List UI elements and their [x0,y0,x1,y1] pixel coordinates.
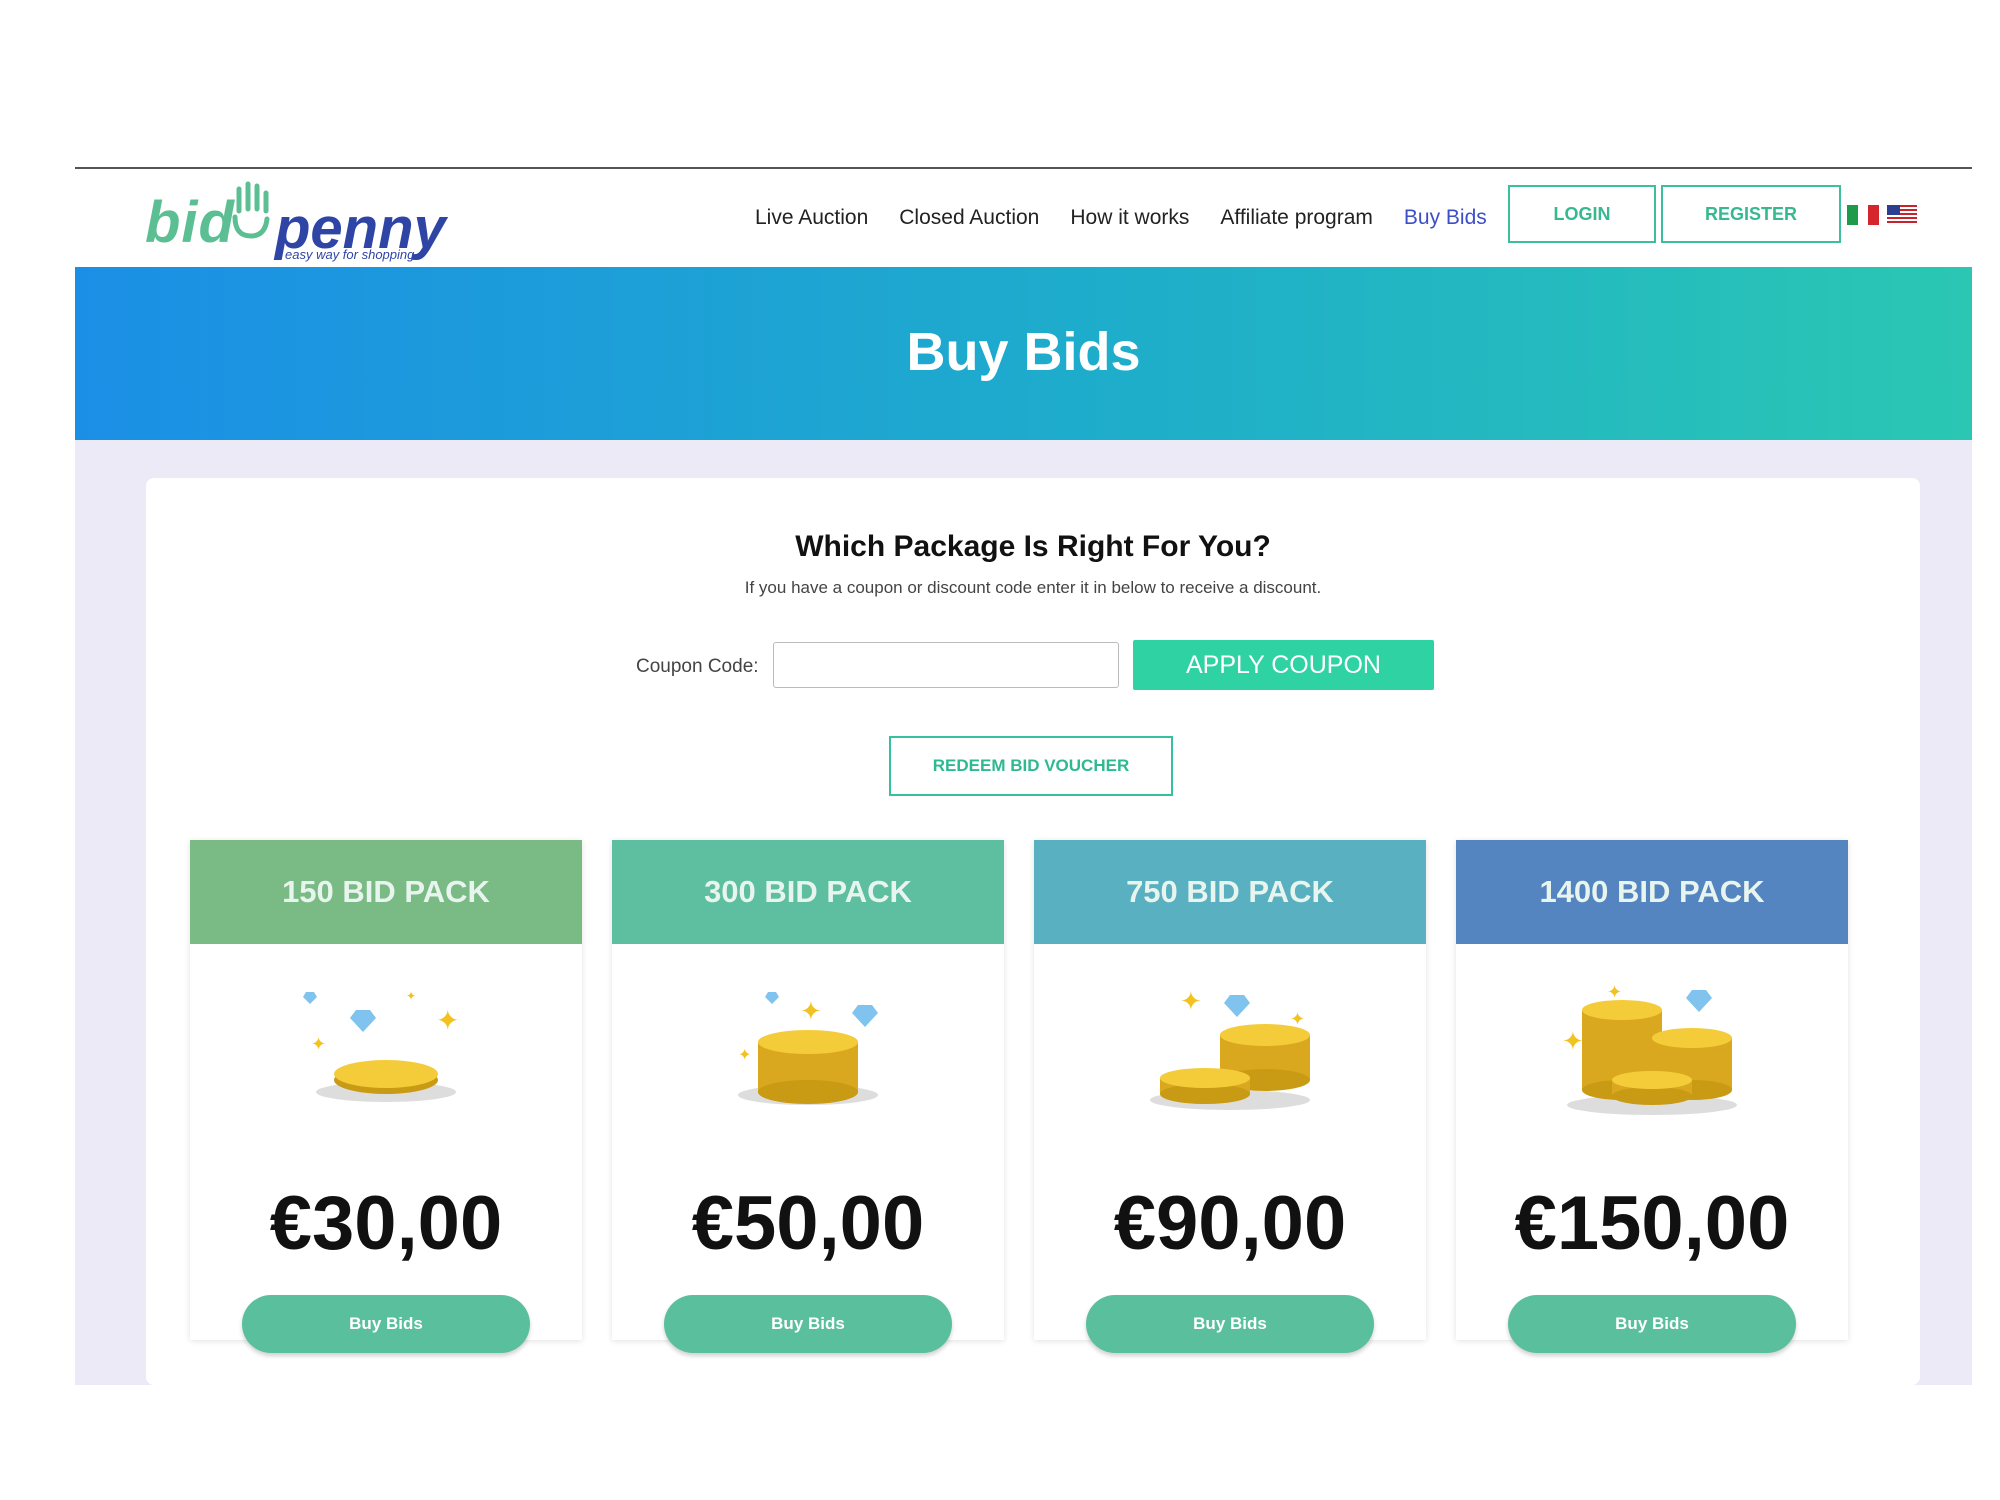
coin-stack-icon: ✦ ✦ [738,992,878,1105]
svg-text:✦: ✦ [406,989,416,1003]
bidpenny-logo[interactable]: bid penny easy way for shopping [145,181,465,262]
register-button[interactable]: REGISTER [1661,185,1841,243]
nav-how-it-works[interactable]: How it works [1070,206,1189,230]
coupon-label: Coupon Code: [636,656,759,677]
pack-price: €30,00 [269,1181,503,1266]
buy-bids-button[interactable]: Buy Bids [664,1295,952,1353]
svg-text:✦: ✦ [1562,1026,1584,1056]
italy-flag-icon[interactable] [1847,205,1880,225]
coupon-instructions: If you have a coupon or discount code en… [744,578,1322,597]
pack-title: 300 BID PACK [612,840,1004,944]
buy-bids-button[interactable]: Buy Bids [1508,1295,1796,1353]
svg-text:✦: ✦ [436,1005,459,1036]
pack-title: 750 BID PACK [1034,840,1426,944]
svg-text:✦: ✦ [311,1034,326,1054]
svg-text:✦: ✦ [738,1047,751,1064]
buy-bids-button[interactable]: Buy Bids [242,1295,530,1353]
svg-text:✦: ✦ [1180,986,1202,1016]
bid-pack-1400: 1400 BID PACK ✦ ✦ €150,00 Buy Bids [1456,840,1848,1353]
usa-flag-icon[interactable] [1887,205,1917,225]
coupon-code-input[interactable] [773,642,1119,688]
coin-stacks-icon: ✦ ✦ [1150,986,1310,1110]
main-nav: Live Auction Closed Auction How it works… [755,201,1518,235]
coin-piles-icon: ✦ ✦ [1562,982,1737,1115]
nav-buy-bids[interactable]: Buy Bids [1404,206,1487,230]
bid-pack-300: 300 BID PACK ✦ ✦ €50,00 Buy Bids [612,840,1004,1353]
logo-word-bid: bid [145,190,235,255]
apply-coupon-button[interactable]: APPLY COUPON [1133,640,1434,690]
svg-text:✦: ✦ [1290,1009,1305,1029]
site-header: bid penny easy way for shopping Live Auc… [75,169,1972,267]
logo-tagline: easy way for shopping [285,247,415,262]
single-coin-icon: ✦ ✦ ✦ [303,989,459,1102]
packages-card: Which Package Is Right For You? If you h… [146,478,1920,1385]
svg-text:✦: ✦ [1607,982,1622,1002]
svg-text:✦: ✦ [800,996,822,1026]
redeem-voucher-button[interactable]: REDEEM BID VOUCHER [889,736,1173,796]
nav-live-auction[interactable]: Live Auction [755,206,868,230]
nav-closed-auction[interactable]: Closed Auction [899,206,1039,230]
pack-title: 150 BID PACK [190,840,582,944]
packages-heading: Which Package Is Right For You? [795,530,1271,563]
page-banner: Buy Bids [75,267,1972,440]
page-title: Buy Bids [906,322,1141,382]
nav-affiliate-program[interactable]: Affiliate program [1220,206,1373,230]
pack-price: €90,00 [1113,1181,1347,1266]
bid-pack-750: 750 BID PACK ✦ ✦ €90,00 Buy Bids [1034,840,1426,1353]
login-button[interactable]: LOGIN [1508,185,1656,243]
pack-title: 1400 BID PACK [1456,840,1848,944]
hand-icon [232,181,270,239]
pack-price: €150,00 [1514,1181,1790,1266]
buy-bids-button[interactable]: Buy Bids [1086,1295,1374,1353]
bid-pack-150: 150 BID PACK ✦ ✦ ✦ €30,00 Buy Bids [190,840,582,1353]
pack-price: €50,00 [691,1181,925,1266]
